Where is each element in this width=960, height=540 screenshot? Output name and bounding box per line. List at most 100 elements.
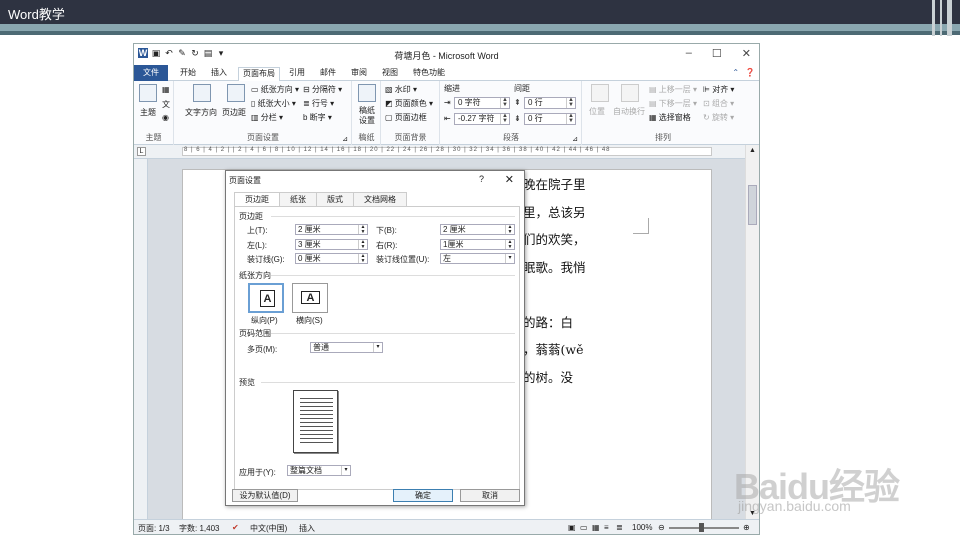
status-language[interactable]: 中文(中国) [250,523,287,534]
selection-pane-button[interactable]: ▦ 选择窗格 [649,112,691,123]
spin-arrows-icon[interactable]: ▲ ▼ [566,97,575,108]
chevron-down-icon[interactable]: ▾ [505,254,514,263]
status-mode[interactable]: 插入 [299,523,315,534]
dialog-close-icon[interactable]: ✕ [505,173,514,186]
wrap-button[interactable]: 自动换行 [613,106,645,117]
minimize-icon[interactable]: – [686,47,692,60]
bottom-margin-field[interactable]: 2 厘米 ▲ ▼ [440,224,515,235]
print-layout-icon[interactable]: ▣ [568,523,576,532]
theme-colors-icon[interactable]: ▦ [162,85,170,94]
draft-icon[interactable]: ≣ [616,523,623,532]
proofing-icon[interactable]: ✔ [232,523,239,532]
tab-special[interactable]: 特色功能 [409,67,449,81]
text-direction-button[interactable]: 文字方向 [185,107,217,118]
status-words[interactable]: 字数: 1,403 [179,523,219,534]
status-zoom[interactable]: 100% [632,523,652,532]
group-button[interactable]: ⊡ 组合 ▾ [703,98,734,109]
tab-home[interactable]: 开始 [176,67,200,81]
portrait-option[interactable]: A [248,283,284,313]
gutter-position-select[interactable]: 左 ▾ [440,253,515,264]
scroll-thumb[interactable] [748,185,757,225]
zoom-slider-thumb[interactable] [699,523,704,532]
breaks-button[interactable]: ⊟ 分隔符 ▾ [303,84,342,95]
help-icon[interactable]: ❓ [745,68,755,77]
zoom-out-icon[interactable]: ⊖ [658,523,665,532]
size-button[interactable]: ▯ 纸张大小 ▾ [251,98,296,109]
tab-file[interactable]: 文件 [134,65,168,81]
chevron-down-icon[interactable]: ▾ [341,466,350,475]
tab-mailings[interactable]: 邮件 [316,67,340,81]
spin-arrows-icon[interactable]: ▲ ▼ [358,240,367,249]
page-borders-button[interactable]: ▢ 页面边框 [385,112,427,123]
full-screen-icon[interactable]: ▭ [580,523,588,532]
indent-right-field[interactable]: -0.27 字符 ▲ ▼ [454,113,510,125]
tab-references[interactable]: 引用 [285,67,309,81]
orientation-button[interactable]: ▭ 纸张方向 ▾ [251,84,299,95]
dialog-tab-layout[interactable]: 版式 [316,192,354,206]
spin-arrows-icon[interactable]: ▲ ▼ [500,97,509,108]
page-color-label: 页面颜色 [394,99,427,108]
theme-button[interactable]: 主题 [140,107,156,118]
gutter-field[interactable]: 0 厘米 ▲ ▼ [295,253,368,264]
left-margin-field[interactable]: 3 厘米 ▲ ▼ [295,239,368,250]
rotate-button[interactable]: ↻ 旋转 ▾ [703,112,734,123]
columns-button[interactable]: ▥ 分栏 ▾ [251,112,283,123]
bring-forward-button[interactable]: ▤ 上移一层 ▾ [649,84,697,95]
apply-to-label: 应用于(Y): [239,468,276,477]
spin-arrows-icon[interactable]: ▲ ▼ [505,225,514,234]
indent-left-field[interactable]: 0 字符 ▲ ▼ [454,97,510,109]
outline-icon[interactable]: ≡ [604,523,609,532]
manuscript-button[interactable]: 稿纸设置 [356,106,378,126]
page-color-button[interactable]: ◩ 页面颜色 ▾ [385,98,433,109]
tab-review[interactable]: 审阅 [347,67,371,81]
zoom-slider[interactable] [669,527,739,529]
position-icon [591,84,609,102]
theme-effects-icon[interactable]: ◉ [162,113,169,122]
spin-arrows-icon[interactable]: ▲ ▼ [500,113,509,124]
spin-arrows-icon[interactable]: ▲ ▼ [505,240,514,249]
tab-view[interactable]: 视图 [378,67,402,81]
close-icon[interactable]: ✕ [742,47,751,60]
align-button[interactable]: ⊫ 对齐 ▾ [703,84,734,95]
scroll-up-icon[interactable]: ▲ [749,147,756,154]
line-numbers-button[interactable]: ≣ 行号 ▾ [303,98,334,109]
watermark-button[interactable]: ▧ 水印 ▾ [385,84,417,95]
set-default-button[interactable]: 设为默认值(D) [232,489,298,502]
hyphenation-button[interactable]: b 断字 ▾ [303,112,332,123]
dialog-tab-margins[interactable]: 页边距 [234,192,280,207]
position-button[interactable]: 位置 [589,106,605,117]
dialog-tab-grid[interactable]: 文档网格 [353,192,407,206]
right-margin-field[interactable]: 1厘米 ▲ ▼ [440,239,515,250]
spin-arrows-icon[interactable]: ▲ ▼ [358,225,367,234]
zoom-in-icon[interactable]: ⊕ [743,523,750,532]
landscape-option[interactable]: A [292,283,328,313]
vertical-ruler[interactable] [134,159,148,519]
tab-selector-icon[interactable]: L [137,147,146,156]
margins-button[interactable]: 页边距 [222,107,246,118]
cancel-button[interactable]: 取消 [460,489,520,502]
tab-page-layout[interactable]: 页面布局 [238,67,280,82]
maximize-icon[interactable]: ☐ [712,47,722,60]
top-margin-field[interactable]: 2 厘米 ▲ ▼ [295,224,368,235]
status-page[interactable]: 页面: 1/3 [138,523,170,534]
collapse-ribbon-icon[interactable]: ⌃ [732,68,739,77]
ok-button[interactable]: 确定 [393,489,453,502]
spacing-after-field[interactable]: 0 行 ▲ ▼ [524,113,576,125]
dialog-help-button[interactable]: ? [479,174,484,184]
horizontal-ruler[interactable]: L 8 | 6 | 4 | 2 | | 2 | 4 | 6 | 8 | 10 |… [134,145,759,159]
spin-arrows-icon[interactable]: ▲ ▼ [358,254,367,263]
spacing-before-field[interactable]: 0 行 ▲ ▼ [524,97,576,109]
bottom-margin-label: 下(B): [376,226,397,235]
gutter-value: 0 厘米 [298,254,321,263]
page-setup-launcher-icon[interactable]: ⊿ [342,135,348,143]
paragraph-launcher-icon[interactable]: ⊿ [572,135,578,143]
send-backward-button[interactable]: ▤ 下移一层 ▾ [649,98,697,109]
theme-fonts-icon[interactable]: 文 [162,99,170,110]
dialog-tab-paper[interactable]: 纸张 [279,192,317,206]
tab-insert[interactable]: 插入 [207,67,231,81]
spin-arrows-icon[interactable]: ▲ ▼ [566,113,575,124]
apply-to-select[interactable]: 整篇文档 ▾ [287,465,351,476]
multiple-pages-select[interactable]: 普通 ▾ [310,342,383,353]
chevron-down-icon[interactable]: ▾ [373,343,382,352]
web-layout-icon[interactable]: ▦ [592,523,600,532]
